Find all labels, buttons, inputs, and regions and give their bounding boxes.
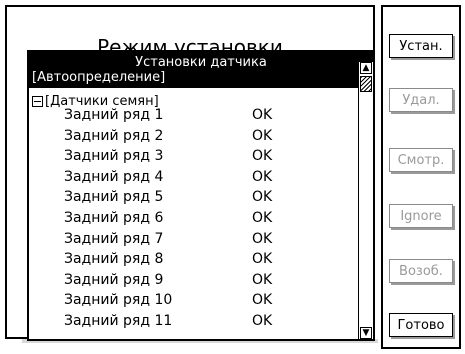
sensor-status: OK xyxy=(252,148,273,165)
sensor-status: OK xyxy=(252,313,273,329)
resume-button[interactable]: Возоб. xyxy=(389,259,453,283)
sensor-name: Задний ряд 6 xyxy=(64,210,164,226)
vertical-scrollbar[interactable]: ▲ ▼ xyxy=(358,62,373,339)
sensor-status: OK xyxy=(252,230,273,247)
sensor-status: OK xyxy=(252,189,273,206)
sensor-name: Задний ряд 9 xyxy=(64,271,164,288)
list-item[interactable]: Задний ряд 8 OK xyxy=(29,249,357,269)
dialog-subtitle: [Автоопределение] xyxy=(32,70,166,85)
sensor-status: OK xyxy=(252,251,273,268)
dialog-title: Установки датчика xyxy=(135,55,267,70)
sensor-settings-dialog: Установки датчика [Автоопределение] [Дат… xyxy=(27,50,375,341)
sensor-status: OK xyxy=(252,168,273,185)
scroll-thumb[interactable] xyxy=(360,76,372,92)
ignore-button[interactable]: Ignore xyxy=(389,204,453,228)
list-item[interactable]: Задний ряд 5 OK xyxy=(29,187,357,207)
list-item[interactable]: Задний ряд 2 OK xyxy=(29,126,357,146)
arrow-down-icon[interactable]: ▼ xyxy=(360,327,372,339)
arrow-up-icon[interactable]: ▲ xyxy=(360,62,372,74)
sensor-name: Задний ряд 3 xyxy=(64,148,164,165)
list-item[interactable]: Задний ряд 10 OK xyxy=(29,290,357,310)
sensor-name: Задний ряд 2 xyxy=(64,127,164,144)
list-item[interactable]: Задний ряд 7 OK xyxy=(29,229,357,249)
view-button[interactable]: Смотр. xyxy=(389,148,453,172)
sensor-name: Задний ряд 8 xyxy=(64,251,164,268)
button-column: Устан. Удал. Смотр. Ignore Возоб. Готово xyxy=(381,5,461,349)
delete-button[interactable]: Удал. xyxy=(389,88,453,112)
sensor-name: Задний ряд 1 xyxy=(64,107,164,123)
sensor-name: Задний ряд 11 xyxy=(64,313,173,329)
list-item[interactable]: Задний ряд 4 OK xyxy=(29,167,357,187)
dialog-header: Установки датчика [Автоопределение] xyxy=(29,52,373,88)
sensor-status: OK xyxy=(252,107,273,123)
list-item[interactable]: Задний ряд 1 OK xyxy=(29,105,357,125)
sensor-name: Задний ряд 5 xyxy=(64,189,164,206)
sensor-list: [Датчики семян] Задний ряд 1 OK Задний ряд… xyxy=(29,88,357,339)
sensor-name: Задний ряд 4 xyxy=(64,168,164,185)
sensor-name: Задний ряд 7 xyxy=(64,230,164,247)
sensor-status: OK xyxy=(252,292,273,309)
list-item[interactable]: Задний ряд 6 OK xyxy=(29,208,357,228)
list-item[interactable]: Задний ряд 11 OK xyxy=(29,311,357,331)
list-item[interactable]: Задний ряд 3 OK xyxy=(29,146,357,166)
install-button[interactable]: Устан. xyxy=(389,34,453,58)
done-button[interactable]: Готово xyxy=(389,313,453,337)
sensor-status: OK xyxy=(252,210,273,226)
sensor-status: OK xyxy=(252,127,273,144)
sensor-status: OK xyxy=(252,271,273,288)
sensor-name: Задний ряд 10 xyxy=(64,292,173,309)
list-item[interactable]: Задний ряд 9 OK xyxy=(29,270,357,290)
